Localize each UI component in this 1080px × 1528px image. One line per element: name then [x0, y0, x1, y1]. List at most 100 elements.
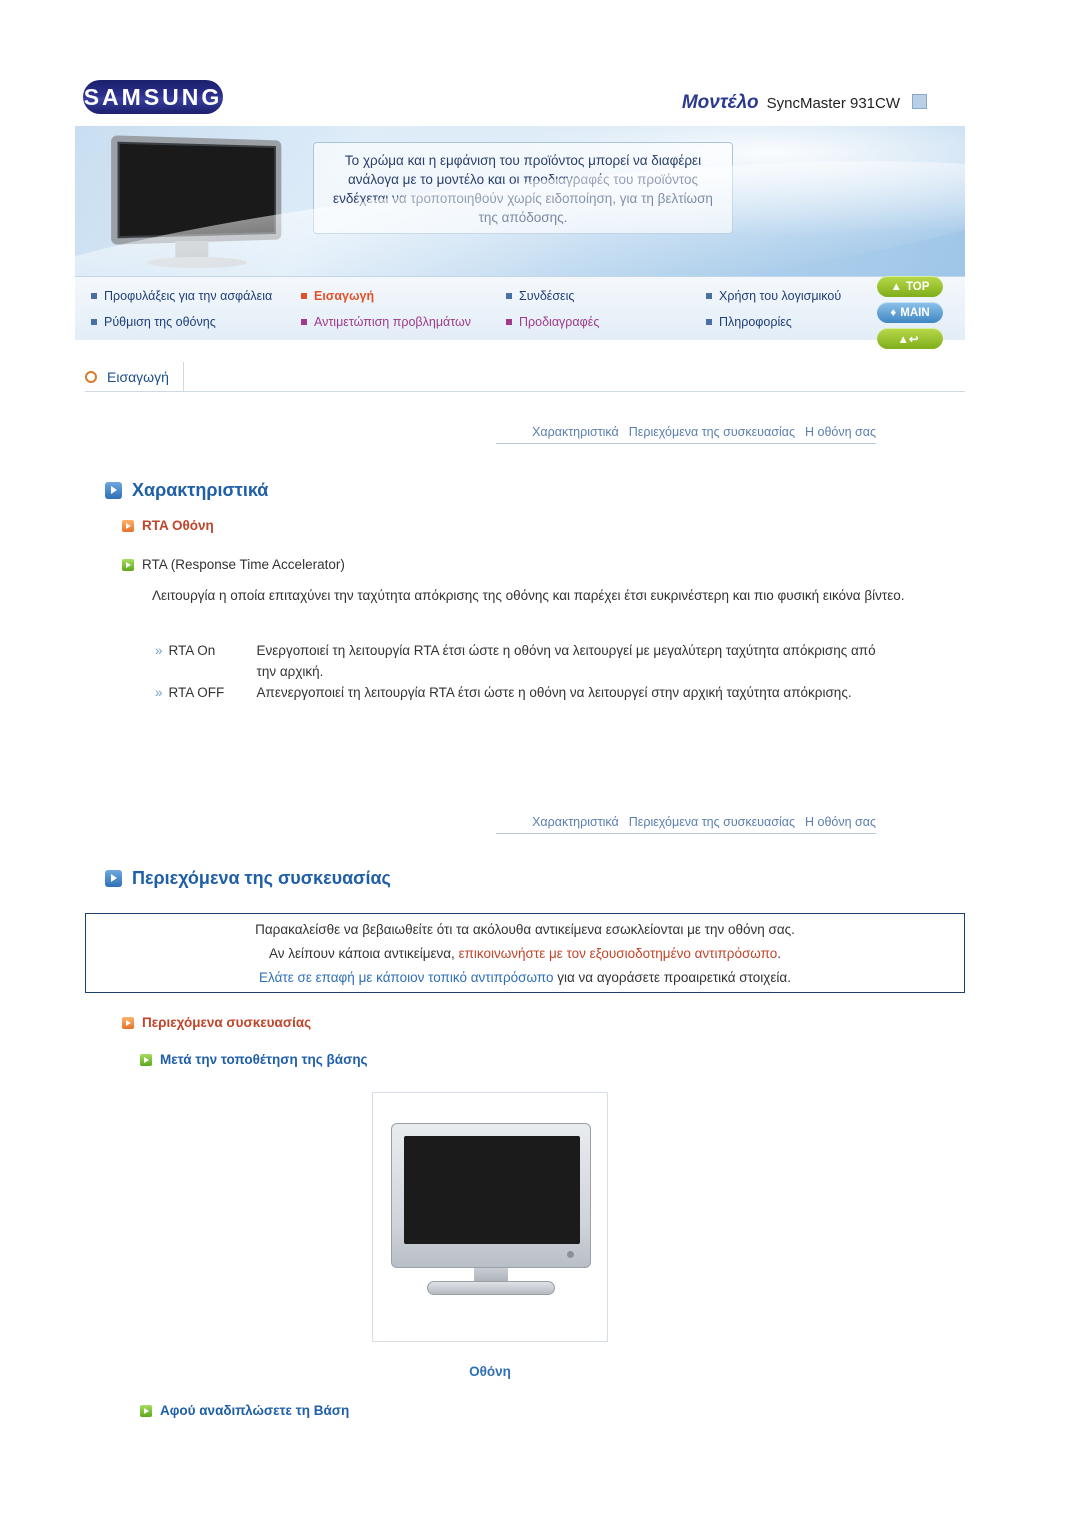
- chevron-right-icon: »: [155, 643, 163, 658]
- heading-arrow-icon: [105, 482, 122, 499]
- notice-line-2-text: Αν λείπουν κάποια αντικείμενα,: [268, 945, 459, 961]
- hero-monitor-screen: [111, 135, 282, 245]
- breadcrumb-item-features[interactable]: Χαρακτηριστικά: [532, 425, 619, 439]
- main-button-label: MAIN: [900, 306, 930, 319]
- breadcrumb-item-package[interactable]: Περιεχόμενα της συσκευασίας: [629, 425, 795, 439]
- home-icon: ♦: [890, 306, 897, 319]
- rta-subheading: RTA Οθόνη: [122, 518, 214, 533]
- rta-definition: RTA (Response Time Accelerator): [122, 557, 345, 572]
- nav-row-2: Ρύθμιση της οθόνης Αντιμετώπιση προβλημά…: [91, 315, 851, 329]
- nav-item-label: Αντιμετώπιση προβλημάτων: [314, 315, 472, 329]
- nav-item-label: Συνδέσεις: [519, 289, 575, 303]
- nav-item-display-setup[interactable]: Ρύθμιση της οθόνης: [91, 315, 301, 329]
- nav-item-information[interactable]: Πληροφορίες: [706, 315, 792, 329]
- rta-paragraph: Λειτουργία η οποία επιταχύνει την ταχύτη…: [152, 588, 905, 603]
- features-heading: Χαρακτηριστικά: [105, 480, 268, 501]
- monitor-figure: [372, 1092, 608, 1342]
- bullet-square-icon: [91, 293, 97, 299]
- back-button[interactable]: ▲↩: [877, 328, 943, 349]
- green-arrow-icon: [140, 1053, 152, 1066]
- heading-arrow-icon: [105, 870, 122, 887]
- nav-item-label: Εισαγωγή: [314, 289, 375, 303]
- bullet-square-icon: [706, 319, 712, 325]
- rta-definition-label: RTA (Response Time Accelerator): [142, 557, 345, 572]
- model-value: SyncMaster 931CW: [766, 95, 900, 112]
- section-title: Εισαγωγή: [107, 361, 184, 392]
- monitor-illustration: [391, 1123, 591, 1298]
- header-banner: SAMSUNG Μοντέλο SyncMaster 931CW Το χρώμ…: [75, 70, 965, 349]
- authorized-dealer-link[interactable]: επικοινωνήστε με τον εξουσιοδοτημένο αντ…: [459, 946, 778, 961]
- breadcrumb-item-your-monitor[interactable]: Η οθόνη σας: [805, 815, 876, 829]
- rta-off-key: RTA OFF: [168, 685, 225, 700]
- top-navigation: Προφυλάξεις για την ασφάλεια Εισαγωγή Συ…: [75, 276, 965, 340]
- bullet-square-icon: [506, 293, 512, 299]
- package-notice-box: Παρακαλείσθε να βεβαιωθείτε ότι τα ακόλο…: [85, 913, 965, 993]
- section-header: Εισαγωγή: [85, 361, 965, 392]
- nav-item-introduction[interactable]: Εισαγωγή: [301, 289, 506, 303]
- breadcrumb-item-package[interactable]: Περιεχόμενα της συσκευασίας: [629, 815, 795, 829]
- model-color-chip: [912, 94, 927, 109]
- notice-line-3-end: για να αγοράσετε προαιρετικά στοιχεία.: [553, 969, 791, 985]
- rta-on-key: RTA On: [168, 643, 216, 658]
- nav-item-specifications[interactable]: Προδιαγραφές: [506, 315, 706, 329]
- breadcrumb-package: Χαρακτηριστικά Περιεχόμενα της συσκευασί…: [496, 815, 876, 834]
- rta-subheading-label: RTA Οθόνη: [142, 518, 214, 533]
- chevron-right-icon: »: [155, 685, 163, 700]
- main-button[interactable]: ♦ MAIN: [877, 302, 943, 323]
- breadcrumb-item-features[interactable]: Χαρακτηριστικά: [532, 815, 619, 829]
- document-page: SAMSUNG Μοντέλο SyncMaster 931CW Το χρώμ…: [0, 0, 1080, 1528]
- nav-item-troubleshooting[interactable]: Αντιμετώπιση προβλημάτων: [301, 315, 506, 329]
- features-heading-label: Χαρακτηριστικά: [132, 480, 269, 500]
- after-folding-stand-label: Αφού αναδιπλώσετε τη Βάση: [160, 1403, 350, 1418]
- orange-arrow-icon: [122, 1016, 134, 1029]
- notice-line-3: Ελάτε σε επαφή με κάποιον τοπικό αντιπρό…: [259, 967, 791, 988]
- bullet-square-icon: [706, 293, 712, 299]
- hero-disclaimer-text: Το χρώμα και η εμφάνιση του προϊόντος μπ…: [313, 142, 733, 234]
- model-label: Μοντέλο: [681, 92, 759, 113]
- model-info: Μοντέλο SyncMaster 931CW: [682, 92, 927, 114]
- rta-on-value: Ενεργοποιεί τη λειτουργία RTA έτσι ώστε …: [256, 643, 876, 679]
- bullet-square-icon: [91, 319, 97, 325]
- top-button-label: TOP: [905, 280, 930, 293]
- monitor-screen: [404, 1136, 580, 1244]
- section-dot-icon: [85, 370, 97, 383]
- notice-line-2-end: .: [777, 945, 782, 961]
- nav-item-label: Χρήση του λογισμικού: [719, 289, 842, 303]
- hero-monitor-base: [147, 257, 247, 268]
- monitor-frame: [391, 1123, 591, 1268]
- notice-line-1: Παρακαλείσθε να βεβαιωθείτε ότι τα ακόλο…: [255, 921, 795, 937]
- orange-arrow-icon: [122, 519, 134, 532]
- hero-monitor-illustration: [111, 135, 298, 268]
- local-dealer-link[interactable]: Ελάτε σε επαφή με κάποιον τοπικό αντιπρό…: [259, 970, 553, 985]
- nav-item-software[interactable]: Χρήση του λογισμικού: [706, 289, 841, 303]
- rta-off-value: Απενεργοποιεί τη λειτουργία RTA έτσι ώστ…: [256, 685, 852, 700]
- bullet-square-icon: [301, 293, 307, 299]
- nav-row-1: Προφυλάξεις για την ασφάλεια Εισαγωγή Συ…: [91, 289, 851, 303]
- nav-item-label: Προφυλάξεις για την ασφάλεια: [104, 289, 273, 303]
- green-arrow-icon: [140, 1404, 152, 1417]
- rta-off-row: » RTA OFF Απενεργοποιεί τη λειτουργία RT…: [155, 682, 945, 703]
- package-contents-subheading: Περιεχόμενα συσκευασίας: [122, 1015, 311, 1030]
- breadcrumb-item-your-monitor[interactable]: Η οθόνη σας: [805, 425, 876, 439]
- side-button-group: ▲ TOP ♦ MAIN ▲↩: [877, 276, 957, 354]
- package-heading: Περιεχόμενα της συσκευασίας: [105, 868, 391, 889]
- power-led-icon: [567, 1251, 574, 1258]
- top-button[interactable]: ▲ TOP: [877, 276, 943, 297]
- hero-image: Το χρώμα και η εμφάνιση του προϊόντος μπ…: [75, 126, 965, 276]
- rta-on-row: » RTA On Ενεργοποιεί τη λειτουργία RTA έ…: [155, 640, 945, 682]
- after-folding-stand-heading: Αφού αναδιπλώσετε τη Βάση: [140, 1403, 349, 1418]
- nav-item-connections[interactable]: Συνδέσεις: [506, 289, 706, 303]
- hero-monitor-stand: [175, 240, 209, 260]
- bullet-square-icon: [301, 319, 307, 325]
- after-stand-label: Μετά την τοποθέτηση της βάσης: [160, 1052, 368, 1067]
- monitor-base: [427, 1281, 555, 1295]
- nav-item-label: Πληροφορίες: [719, 315, 792, 329]
- bullet-square-icon: [506, 319, 512, 325]
- arrow-up-icon: ▲: [890, 280, 902, 293]
- package-contents-label: Περιεχόμενα συσκευασίας: [142, 1015, 312, 1030]
- back-arrow-icon: ▲↩: [897, 333, 919, 346]
- nav-item-label: Ρύθμιση της οθόνης: [104, 315, 216, 329]
- nav-item-label: Προδιαγραφές: [519, 315, 600, 329]
- nav-item-safety[interactable]: Προφυλάξεις για την ασφάλεια: [91, 289, 301, 303]
- notice-line-2: Αν λείπουν κάποια αντικείμενα, επικοινων…: [269, 943, 781, 964]
